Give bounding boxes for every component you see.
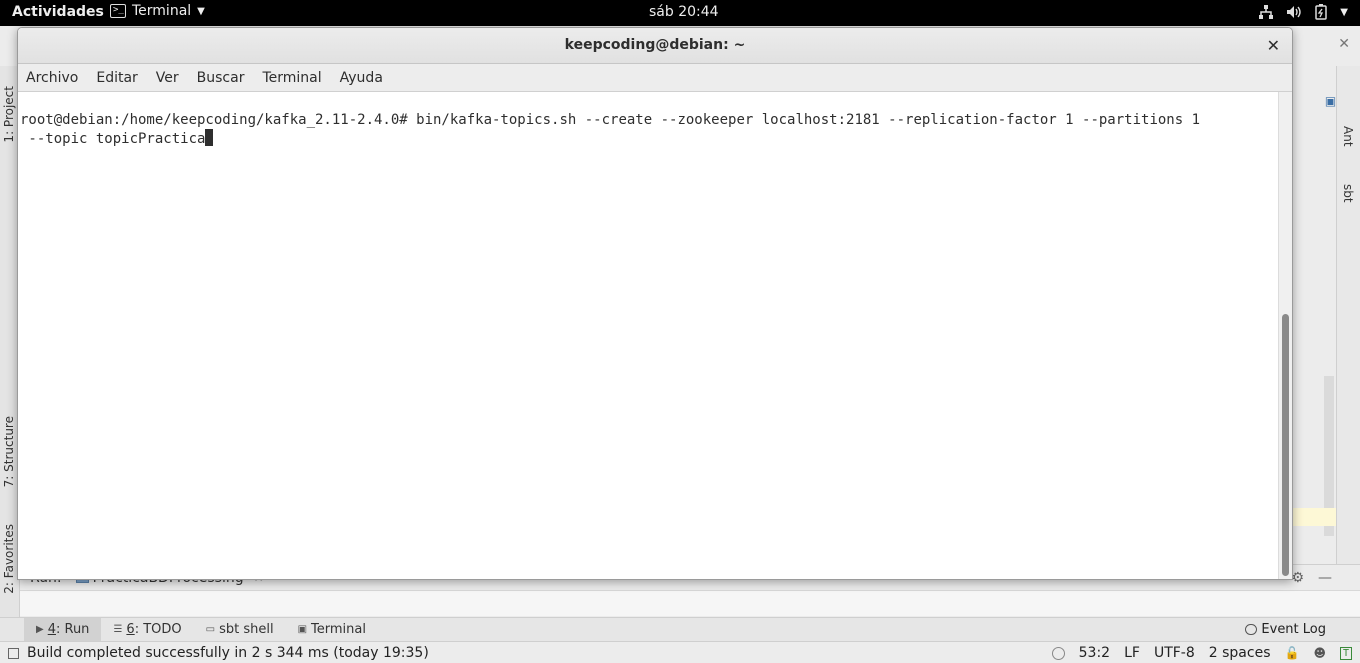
- menu-editar[interactable]: Editar: [96, 70, 145, 86]
- terminal-icon: ▣: [297, 624, 308, 635]
- gnome-top-bar: Actividades >_ Terminal ▼ sáb 20:44 ▼: [0, 0, 1360, 26]
- ide-close-icon[interactable]: ✕: [1338, 36, 1350, 52]
- ide-line-highlight: [1290, 508, 1336, 526]
- menu-ayuda[interactable]: Ayuda: [340, 70, 391, 86]
- menu-terminal[interactable]: Terminal: [262, 70, 329, 86]
- bottom-tool-tabs: ▶ 4: Run ☰ 6: TODO ▭ sbt shell ▣ Termina…: [0, 617, 1360, 642]
- activities-button[interactable]: Actividades: [12, 4, 104, 20]
- run-panel-controls: ⚙ —: [1291, 570, 1332, 586]
- file-encoding[interactable]: UTF-8: [1154, 645, 1195, 661]
- terminal-menubar: Archivo Editar Ver Buscar Terminal Ayuda: [18, 64, 1292, 92]
- status-message: Build completed successfully in 2 s 344 …: [27, 645, 429, 661]
- run-config-icon[interactable]: ▣: [1325, 94, 1336, 110]
- toggle-tool-windows-icon[interactable]: [8, 648, 19, 659]
- console-icon: ▭: [205, 624, 216, 635]
- speech-bubble-icon: [1245, 624, 1258, 635]
- clock-icon[interactable]: [1051, 646, 1065, 660]
- menu-archivo[interactable]: Archivo: [26, 70, 86, 86]
- gear-icon[interactable]: ⚙: [1291, 570, 1304, 586]
- chevron-down-icon: ▼: [197, 5, 205, 17]
- terminal-line: root@debian:/home/keepcoding/kafka_2.11-…: [20, 112, 1201, 128]
- volume-icon: [1287, 6, 1301, 18]
- indent-setting[interactable]: 2 spaces: [1209, 645, 1271, 661]
- status-right: 53:2 LF UTF-8 2 spaces 🔓 ☻ T: [1051, 645, 1352, 661]
- ide-right-tool-strip: Ant sbt: [1336, 66, 1360, 602]
- event-log-label: Event Log: [1261, 622, 1326, 637]
- menu-ver[interactable]: Ver: [156, 70, 187, 86]
- tool-tab-label: Terminal: [311, 622, 366, 637]
- menu-arrow-icon: ▼: [1340, 6, 1348, 18]
- run-panel-body: [20, 590, 1360, 616]
- list-icon: ☰: [113, 624, 123, 635]
- app-menu-button[interactable]: >_ Terminal ▼: [110, 3, 205, 19]
- app-menu-label: Terminal: [132, 3, 192, 19]
- tab-sbt[interactable]: sbt: [1341, 184, 1355, 203]
- scrollbar-thumb[interactable]: [1282, 314, 1289, 576]
- tab-project[interactable]: 1: Project: [2, 86, 16, 143]
- terminal-output[interactable]: root@debian:/home/keepcoding/kafka_2.11-…: [18, 92, 1280, 579]
- tool-tab-todo[interactable]: ☰ 6: TODO: [101, 618, 193, 642]
- terminal-scrollbar[interactable]: [1278, 92, 1292, 579]
- lock-icon[interactable]: 🔓: [1285, 646, 1300, 660]
- tab-favorites[interactable]: 2: Favorites: [2, 524, 16, 594]
- line-separator[interactable]: LF: [1124, 645, 1140, 661]
- network-icon: [1259, 5, 1274, 19]
- caret-position[interactable]: 53:2: [1079, 645, 1110, 661]
- menu-buscar[interactable]: Buscar: [197, 70, 253, 86]
- tool-tab-num: 6: TODO: [126, 622, 182, 637]
- tab-ant[interactable]: Ant: [1341, 126, 1355, 147]
- inspector-icon[interactable]: ☻: [1313, 646, 1326, 660]
- battery-icon: [1315, 4, 1328, 20]
- clock[interactable]: sáb 20:44: [649, 4, 719, 20]
- tab-structure[interactable]: 7: Structure: [2, 416, 16, 487]
- event-log-button[interactable]: Event Log: [1245, 622, 1326, 637]
- terminal-title: keepcoding@debian: ~: [564, 37, 746, 53]
- terminal-status-icon[interactable]: T: [1339, 646, 1352, 660]
- play-icon: ▶: [36, 624, 44, 635]
- terminal-line: --topic topicPractica: [20, 131, 206, 147]
- terminal-titlebar[interactable]: keepcoding@debian: ~ ✕: [18, 28, 1292, 64]
- tool-tab-label: sbt shell: [219, 622, 274, 637]
- terminal-app-icon: >_: [110, 4, 126, 18]
- close-icon[interactable]: ✕: [1267, 36, 1280, 55]
- text-cursor: [205, 129, 214, 146]
- tool-tab-num: 4: Run: [47, 622, 90, 637]
- system-tray[interactable]: ▼: [1258, 4, 1348, 20]
- minimize-icon[interactable]: —: [1318, 570, 1332, 586]
- status-bar: Build completed successfully in 2 s 344 …: [0, 641, 1360, 663]
- tool-tab-sbt-shell[interactable]: ▭ sbt shell: [194, 618, 286, 642]
- tool-tab-terminal[interactable]: ▣ Terminal: [286, 618, 378, 642]
- terminal-window: keepcoding@debian: ~ ✕ Archivo Editar Ve…: [17, 27, 1293, 580]
- tool-tab-run[interactable]: ▶ 4: Run: [24, 617, 102, 642]
